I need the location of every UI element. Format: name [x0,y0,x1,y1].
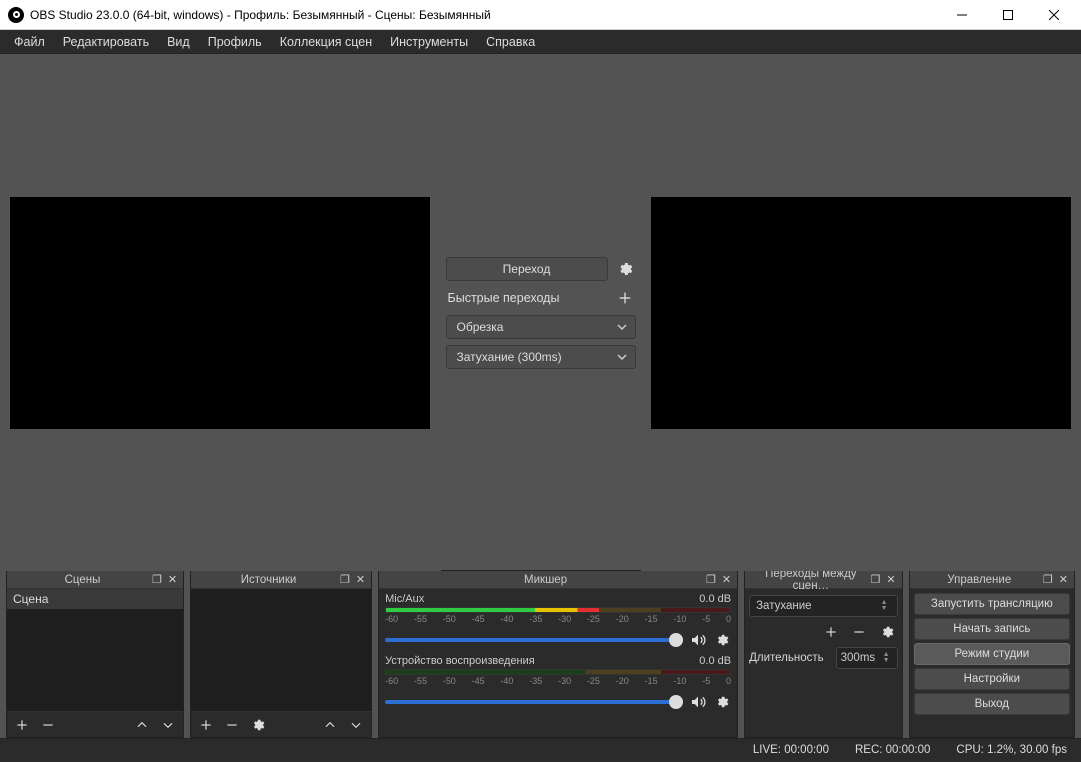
app-icon [8,7,24,23]
window-close-button[interactable] [1031,0,1077,30]
dock-transitions-title: Переходы между сцен… [751,568,870,592]
dock-close-icon[interactable]: ✕ [168,573,177,586]
dock-scenes-title: Сцены [13,574,152,586]
transition-select-spinner: ▲▼ [881,600,891,612]
window-titlebar: OBS Studio 23.0.0 (64-bit, windows) - Пр… [0,0,1081,30]
sources-add-button[interactable] [195,714,217,736]
sources-move-up-button[interactable] [319,714,341,736]
mixer-channel-level: 0.0 dB [699,593,731,605]
mixer-channel-mic: Mic/Aux 0.0 dB -60-55-50-45-40-35-30-25-… [379,589,737,651]
studio-mode-button[interactable]: Режим студии [914,643,1070,665]
dock-close-icon[interactable]: ✕ [886,573,895,586]
studio-center-controls: Переход Быстрые переходы Обрезка Затухан… [441,54,641,571]
transition-add-button[interactable] [820,621,842,643]
sources-list[interactable] [191,589,371,711]
dock-row: Сцены ❐ ✕ Сцена Источники ❐ ✕ [0,570,1081,738]
window-title: OBS Studio 23.0.0 (64-bit, windows) - Пр… [30,8,939,22]
quick-transition-fade[interactable]: Затухание (300ms) [446,345,636,369]
scenes-move-up-button[interactable] [131,714,153,736]
window-minimize-button[interactable] [939,0,985,30]
window-maximize-button[interactable] [985,0,1031,30]
dock-scenes: Сцены ❐ ✕ Сцена [6,570,184,738]
menu-scene-collection[interactable]: Коллекция сцен [272,32,380,52]
dock-sources: Источники ❐ ✕ [190,570,372,738]
duration-label: Длительность [749,652,832,664]
mixer-meter [385,669,731,675]
speaker-icon[interactable] [689,693,707,711]
settings-button[interactable]: Настройки [914,668,1070,690]
menu-profile[interactable]: Профиль [200,32,270,52]
scenes-add-button[interactable] [11,714,33,736]
dock-controls-title: Управление [916,574,1043,586]
mixer-channel-level: 0.0 dB [699,655,731,667]
preview-area: Переход Быстрые переходы Обрезка Затухан… [0,54,1081,571]
mixer-channel-desktop: Устройство воспроизведения 0.0 dB -60-55… [379,651,737,713]
sources-properties-button[interactable] [247,714,269,736]
preview-left[interactable] [0,54,441,571]
menu-tools[interactable]: Инструменты [382,32,476,52]
scene-item[interactable]: Сцена [7,589,183,609]
statusbar: LIVE: 00:00:00 REC: 00:00:00 CPU: 1.2%, … [0,738,1081,760]
dock-sources-title: Источники [197,574,340,586]
menu-help[interactable]: Справка [478,32,543,52]
gear-icon[interactable] [713,693,731,711]
exit-button[interactable]: Выход [914,693,1070,715]
dock-popout-icon[interactable]: ❐ [340,573,350,586]
duration-spinner[interactable]: ▲▼ [883,652,893,664]
quick-transition-add-button[interactable] [614,287,636,309]
mixer-channel-name: Mic/Aux [385,593,424,605]
dock-close-icon[interactable]: ✕ [722,573,731,586]
status-rec: REC: 00:00:00 [855,744,930,756]
menu-view[interactable]: Вид [159,32,198,52]
dock-mixer-title: Микшер [385,574,706,586]
status-live: LIVE: 00:00:00 [753,744,829,756]
duration-input[interactable]: 300ms ▲▼ [836,647,898,669]
preview-canvas-left [10,197,430,429]
dock-popout-icon[interactable]: ❐ [152,573,162,586]
gear-icon[interactable] [713,631,731,649]
chevron-down-icon [617,352,627,362]
quick-transition-cut-label: Обрезка [457,320,504,334]
mixer-ticks: -60-55-50-45-40-35-30-25-20-15-10-50 [385,614,731,624]
preview-right[interactable] [641,54,1081,571]
menu-file[interactable]: Файл [6,32,53,52]
sources-move-down-button[interactable] [345,714,367,736]
start-recording-button[interactable]: Начать запись [914,618,1070,640]
dock-popout-icon[interactable]: ❐ [1043,573,1053,586]
scenes-move-down-button[interactable] [157,714,179,736]
scenes-list[interactable]: Сцена [7,589,183,711]
mixer-meter [385,607,731,613]
quick-transitions-label: Быстрые переходы [446,291,608,305]
mixer-body: Mic/Aux 0.0 dB -60-55-50-45-40-35-30-25-… [379,589,737,737]
transition-selected-label: Затухание [756,600,811,612]
chevron-down-icon [617,322,627,332]
dock-close-icon[interactable]: ✕ [1059,573,1068,586]
speaker-icon[interactable] [689,631,707,649]
quick-transition-fade-label: Затухание (300ms) [457,350,562,364]
mixer-volume-slider[interactable] [385,638,683,642]
mixer-ticks: -60-55-50-45-40-35-30-25-20-15-10-50 [385,676,731,686]
scenes-remove-button[interactable] [37,714,59,736]
duration-value: 300ms [841,652,876,664]
transition-select[interactable]: Затухание ▲▼ [749,595,898,617]
dock-close-icon[interactable]: ✕ [356,573,365,586]
status-cpu: CPU: 1.2%, 30.00 fps [956,744,1067,756]
menubar: Файл Редактировать Вид Профиль Коллекция… [0,30,1081,54]
dock-transitions: Переходы между сцен… ❐ ✕ Затухание ▲▼ Дл… [744,570,903,738]
dock-popout-icon[interactable]: ❐ [706,573,716,586]
sources-remove-button[interactable] [221,714,243,736]
preview-canvas-right [651,197,1071,429]
dock-mixer: Микшер ❐ ✕ Mic/Aux 0.0 dB -60-55-50-45-4… [378,570,738,738]
transition-settings-button[interactable] [614,258,636,280]
dock-controls: Управление ❐ ✕ Запустить трансляцию Нача… [909,570,1075,738]
menu-edit[interactable]: Редактировать [55,32,157,52]
transition-button[interactable]: Переход [446,257,608,281]
transition-remove-button[interactable] [848,621,870,643]
dock-popout-icon[interactable]: ❐ [871,573,881,586]
mixer-volume-slider[interactable] [385,700,683,704]
transition-settings-button[interactable] [876,621,898,643]
start-streaming-button[interactable]: Запустить трансляцию [914,593,1070,615]
mixer-channel-name: Устройство воспроизведения [385,655,535,667]
quick-transition-cut[interactable]: Обрезка [446,315,636,339]
